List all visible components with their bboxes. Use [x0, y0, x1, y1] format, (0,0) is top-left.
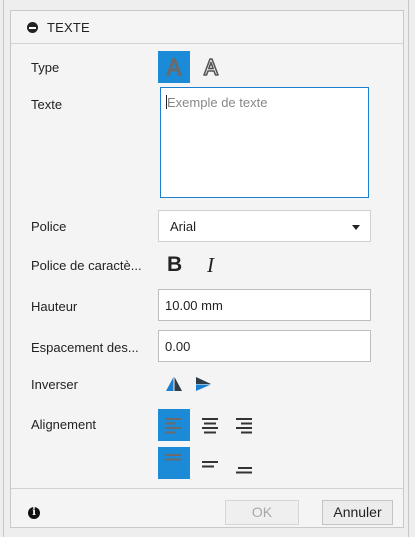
cancel-button[interactable]: Annuler — [322, 500, 393, 525]
type-filled-button[interactable] — [158, 51, 190, 83]
flip-label: Inverser — [31, 377, 78, 392]
font-label: Police — [31, 219, 67, 234]
text-filled-icon — [166, 58, 182, 76]
spacing-value: 0.00 — [165, 339, 191, 354]
spacing-label: Espacement des... — [31, 340, 139, 355]
flip-horizontal-button[interactable] — [158, 368, 190, 400]
align-top-icon — [165, 454, 182, 461]
align-right-icon — [236, 418, 252, 434]
canvas-grid-line — [3, 0, 4, 537]
dialog-header[interactable]: TEXTE — [11, 11, 403, 44]
bold-icon: B — [167, 253, 183, 276]
text-label: Texte — [31, 97, 63, 112]
spacing-field[interactable]: 0.00 — [158, 330, 371, 362]
italic-button[interactable]: I — [199, 249, 231, 281]
align-left-icon — [165, 418, 182, 434]
valign-middle-button[interactable] — [194, 447, 226, 479]
info-icon[interactable]: i — [28, 507, 40, 519]
font-select-value: Arial — [170, 219, 197, 234]
height-label: Hauteur — [31, 299, 78, 314]
flip-horizontal-icon — [166, 377, 182, 391]
align-right-button[interactable] — [228, 409, 260, 441]
height-field[interactable]: 10.00 mm — [158, 289, 371, 321]
dialog-footer: i OK Annuler — [11, 488, 403, 527]
flip-vertical-button[interactable] — [188, 368, 220, 400]
text-placeholder: Exemple de texte — [167, 95, 268, 110]
minus-circle-icon[interactable] — [27, 22, 38, 33]
flip-vertical-icon — [196, 377, 211, 391]
alignment-label: Alignement — [31, 417, 97, 432]
type-label: Type — [31, 60, 60, 75]
align-center-button[interactable] — [194, 409, 226, 441]
dialog-title: TEXTE — [47, 20, 90, 35]
italic-icon: I — [207, 253, 214, 277]
align-center-icon — [202, 418, 218, 434]
chevron-down-icon — [352, 225, 360, 230]
align-left-button[interactable] — [158, 409, 190, 441]
valign-top-button[interactable] — [158, 447, 190, 479]
ok-button[interactable]: OK — [225, 500, 299, 525]
text-outline-icon — [203, 58, 219, 76]
text-dialog: TEXTE Type Texte Exemple de texte Police… — [10, 10, 404, 528]
text-input[interactable]: Exemple de texte — [160, 87, 369, 198]
align-middle-icon — [202, 461, 218, 468]
align-bottom-icon — [236, 467, 252, 474]
bold-button[interactable]: B — [163, 249, 195, 281]
height-value: 10.00 mm — [165, 298, 223, 313]
canvas-grid-line — [408, 0, 409, 537]
font-style-label: Police de caractè... — [31, 258, 142, 273]
type-outline-button[interactable] — [195, 51, 227, 83]
valign-bottom-button[interactable] — [228, 447, 260, 479]
font-select[interactable]: Arial — [158, 210, 371, 242]
